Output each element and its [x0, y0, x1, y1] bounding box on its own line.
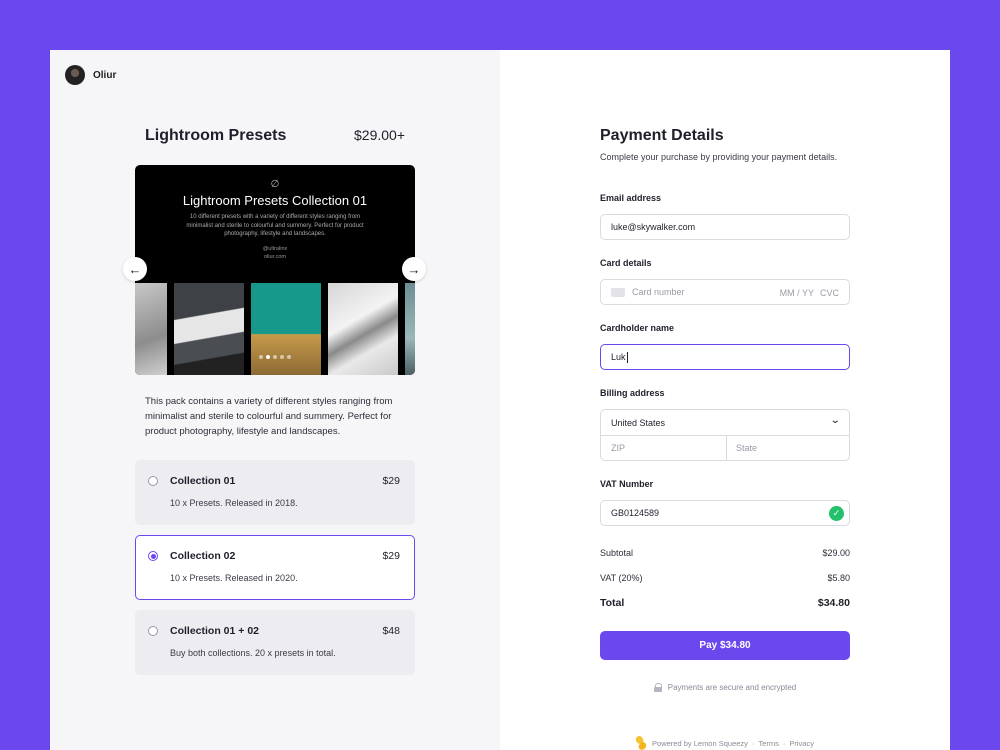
variant-price: $29: [382, 550, 400, 562]
gallery-photo-desk: [328, 283, 398, 375]
billing-address-group: United States ⌄ ZIP State: [600, 409, 850, 461]
billing-label: Billing address: [600, 388, 665, 398]
gallery-next-button[interactable]: →: [402, 257, 426, 281]
product-panel: Oliur Lightroom Presets $29.00+ ∅ Lightr…: [50, 50, 500, 750]
zip-field[interactable]: ZIP: [611, 443, 625, 453]
cardholder-value: Luk: [611, 352, 626, 362]
divider: [726, 436, 727, 461]
total-label: Total: [600, 597, 625, 609]
gallery-cover: ∅ Lightroom Presets Collection 01 10 dif…: [135, 165, 415, 283]
vat-label: VAT Number: [600, 479, 654, 489]
gallery-pagination: [259, 355, 291, 359]
variant-option-bundle[interactable]: Collection 01 + 02 $48 Buy both collecti…: [135, 610, 415, 675]
card-expiry-cvc: MM / YY CVC: [780, 288, 839, 298]
radio-button-checked[interactable]: [148, 551, 158, 561]
product-title: Lightroom Presets: [145, 127, 287, 144]
pagination-dot[interactable]: [287, 355, 291, 359]
checkout-frame: Oliur Lightroom Presets $29.00+ ∅ Lightr…: [50, 50, 950, 750]
country-select-value[interactable]: United States: [611, 418, 665, 428]
gallery-handle-text: @ultralinx: [262, 245, 288, 252]
pay-button[interactable]: Pay $34.80: [600, 631, 850, 660]
variant-description: 10 x Presets. Released in 2018.: [170, 498, 298, 508]
terms-link[interactable]: Terms: [758, 739, 778, 748]
secure-text: Payments are secure and encrypted: [667, 683, 797, 692]
product-description: This pack contains a variety of differen…: [145, 396, 393, 437]
pagination-dot-active[interactable]: [266, 355, 270, 359]
payment-title: Payment Details: [600, 127, 724, 144]
secure-notice: Payments are secure and encrypted: [600, 683, 850, 692]
lock-icon: [653, 683, 663, 692]
subtotal-value: $29.00: [822, 548, 850, 558]
state-field[interactable]: State: [736, 443, 757, 453]
gallery-description: 10 different presets with a variety of d…: [186, 214, 364, 237]
gallery-logo-icon: ∅: [270, 179, 280, 190]
gallery-site-text: oliur.com: [263, 253, 286, 260]
gallery-photos: [135, 283, 415, 375]
email-label: Email address: [600, 193, 662, 203]
product-header: Lightroom Presets $29.00+: [145, 127, 405, 145]
check-icon: ✓: [829, 506, 844, 521]
seller: Oliur: [65, 65, 116, 85]
separator: ·: [751, 738, 755, 748]
variant-option-collection-01[interactable]: Collection 01 $29 10 x Presets. Released…: [135, 460, 415, 525]
variant-description: Buy both collections. 20 x presets in to…: [170, 648, 336, 658]
arrow-left-icon: ←: [128, 261, 142, 277]
card-field[interactable]: Card number MM / YY CVC: [600, 279, 850, 305]
gallery-photo-grass: [251, 283, 321, 375]
payment-panel: Payment Details Complete your purchase b…: [500, 50, 950, 750]
vat-summary-value: $5.80: [827, 573, 850, 583]
total-value: $34.80: [817, 597, 850, 609]
lemon-squeezy-logo-icon: [636, 736, 646, 750]
variant-name: Collection 02: [170, 550, 236, 562]
variant-price: $29: [382, 475, 400, 487]
gallery-title: Lightroom Presets Collection 01: [182, 193, 368, 208]
vat-row: VAT (20%) $5.80: [600, 573, 850, 583]
seller-name: Oliur: [93, 69, 117, 81]
variant-description: 10 x Presets. Released in 2020.: [170, 573, 298, 583]
card-expiry-placeholder[interactable]: MM / YY: [780, 288, 814, 298]
variant-name: Collection 01: [170, 475, 236, 487]
gallery-photo: [405, 283, 415, 375]
variant-name: Collection 01 + 02: [170, 625, 259, 637]
product-gallery[interactable]: ∅ Lightroom Presets Collection 01 10 dif…: [135, 165, 415, 375]
gallery-handle: @ultralinx oliur.com: [135, 245, 415, 261]
text-caret: [626, 351, 628, 363]
variant-price: $48: [382, 625, 400, 637]
vat-value: GB0124589: [611, 508, 660, 518]
pagination-dot[interactable]: [280, 355, 284, 359]
card-number-placeholder: Card number: [632, 287, 685, 297]
card-label: Card details: [600, 258, 652, 268]
vat-summary-label: VAT (20%): [600, 573, 643, 583]
radio-button[interactable]: [148, 476, 158, 486]
cardholder-label: Cardholder name: [600, 323, 675, 333]
privacy-link[interactable]: Privacy: [789, 739, 814, 748]
footer: Powered by Lemon Squeezy · Terms · Priva…: [600, 736, 850, 750]
gallery-photo: [135, 283, 167, 375]
variant-option-collection-02[interactable]: Collection 02 $29 10 x Presets. Released…: [135, 535, 415, 600]
pagination-dot[interactable]: [259, 355, 263, 359]
radio-button[interactable]: [148, 626, 158, 636]
divider: [601, 435, 849, 436]
payment-subtitle: Complete your purchase by providing your…: [600, 152, 838, 162]
total-row: Total $34.80: [600, 597, 850, 609]
card-cvc-placeholder[interactable]: CVC: [820, 288, 839, 298]
cardholder-field[interactable]: Luk: [600, 344, 850, 370]
credit-card-icon: [611, 287, 625, 297]
email-field[interactable]: luke@skywalker.com: [600, 214, 850, 240]
email-value: luke@skywalker.com: [611, 222, 696, 232]
product-price: $29.00+: [354, 127, 405, 143]
pagination-dot[interactable]: [273, 355, 277, 359]
subtotal-label: Subtotal: [600, 548, 634, 558]
powered-by-link[interactable]: Powered by Lemon Squeezy: [652, 739, 748, 748]
variant-options: Collection 01 $29 10 x Presets. Released…: [135, 460, 415, 685]
avatar: [65, 65, 85, 85]
gallery-prev-button[interactable]: ←: [123, 257, 147, 281]
subtotal-row: Subtotal $29.00: [600, 548, 850, 558]
separator: ·: [782, 738, 786, 748]
vat-field[interactable]: GB0124589 ✓: [600, 500, 850, 526]
arrow-right-icon: →: [407, 261, 421, 277]
gallery-photo-car: [174, 283, 244, 375]
chevron-down-icon[interactable]: ⌄: [829, 415, 840, 426]
